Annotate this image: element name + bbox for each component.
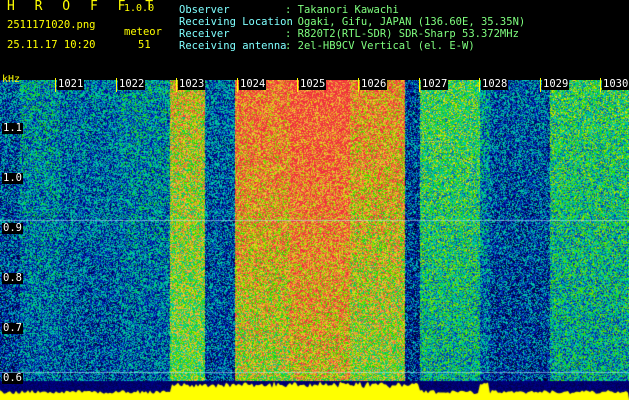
time-tick bbox=[540, 78, 541, 92]
antenna-value: : 2el-HB9CV Vertical (el. E-W) bbox=[285, 40, 475, 52]
time-tick-label: 1024 bbox=[239, 78, 267, 90]
time-tick-label: 1027 bbox=[421, 78, 449, 90]
receiver-label: Receiver bbox=[179, 28, 230, 40]
time-tick-label: 1021 bbox=[57, 78, 85, 90]
meteor-label: meteor bbox=[124, 26, 162, 38]
time-tick-label: 1028 bbox=[481, 78, 509, 90]
time-tick-label: 1025 bbox=[299, 78, 327, 90]
meteor-count: 51 bbox=[138, 39, 151, 51]
time-tick bbox=[237, 78, 238, 92]
app-version: 1.0.0 bbox=[124, 3, 155, 14]
receiver-value: : R820T2(RTL-SDR) SDR-Sharp 53.372MHz bbox=[285, 28, 519, 40]
antenna-label: Receiving antenna bbox=[179, 40, 287, 52]
time-tick bbox=[176, 78, 177, 92]
time-tick bbox=[479, 78, 480, 92]
date-time: 25.11.17 10:20 bbox=[7, 39, 96, 51]
location-label: Receiving Location bbox=[179, 16, 293, 28]
time-tick-label: 1026 bbox=[360, 78, 388, 90]
time-tick-label: 1022 bbox=[118, 78, 146, 90]
time-tick bbox=[55, 78, 56, 92]
time-tick bbox=[600, 78, 601, 92]
observer-value: : Takanori Kawachi bbox=[285, 4, 399, 16]
time-tick bbox=[358, 78, 359, 92]
unit-label: kHz bbox=[2, 74, 21, 85]
time-axis: 1021 1022 1023 1024 1025 1026 1027 1028 1029 1030 bbox=[0, 78, 629, 92]
time-tick bbox=[116, 78, 117, 92]
time-tick-label: 1023 bbox=[178, 78, 206, 90]
time-tick-label: 1029 bbox=[542, 78, 570, 90]
time-tick-label: 1030 bbox=[602, 78, 629, 90]
time-tick bbox=[419, 78, 420, 92]
waterfall-spectrogram bbox=[0, 80, 629, 400]
observer-label: Observer bbox=[179, 4, 230, 16]
location-value: : Ogaki, Gifu, JAPAN (136.60E, 35.35N) bbox=[285, 16, 526, 28]
file-name: 2511171020.png bbox=[7, 19, 96, 31]
time-tick bbox=[297, 78, 298, 92]
header-panel: H R O F F T 1.0.0 2511171020.png meteor … bbox=[0, 0, 629, 78]
